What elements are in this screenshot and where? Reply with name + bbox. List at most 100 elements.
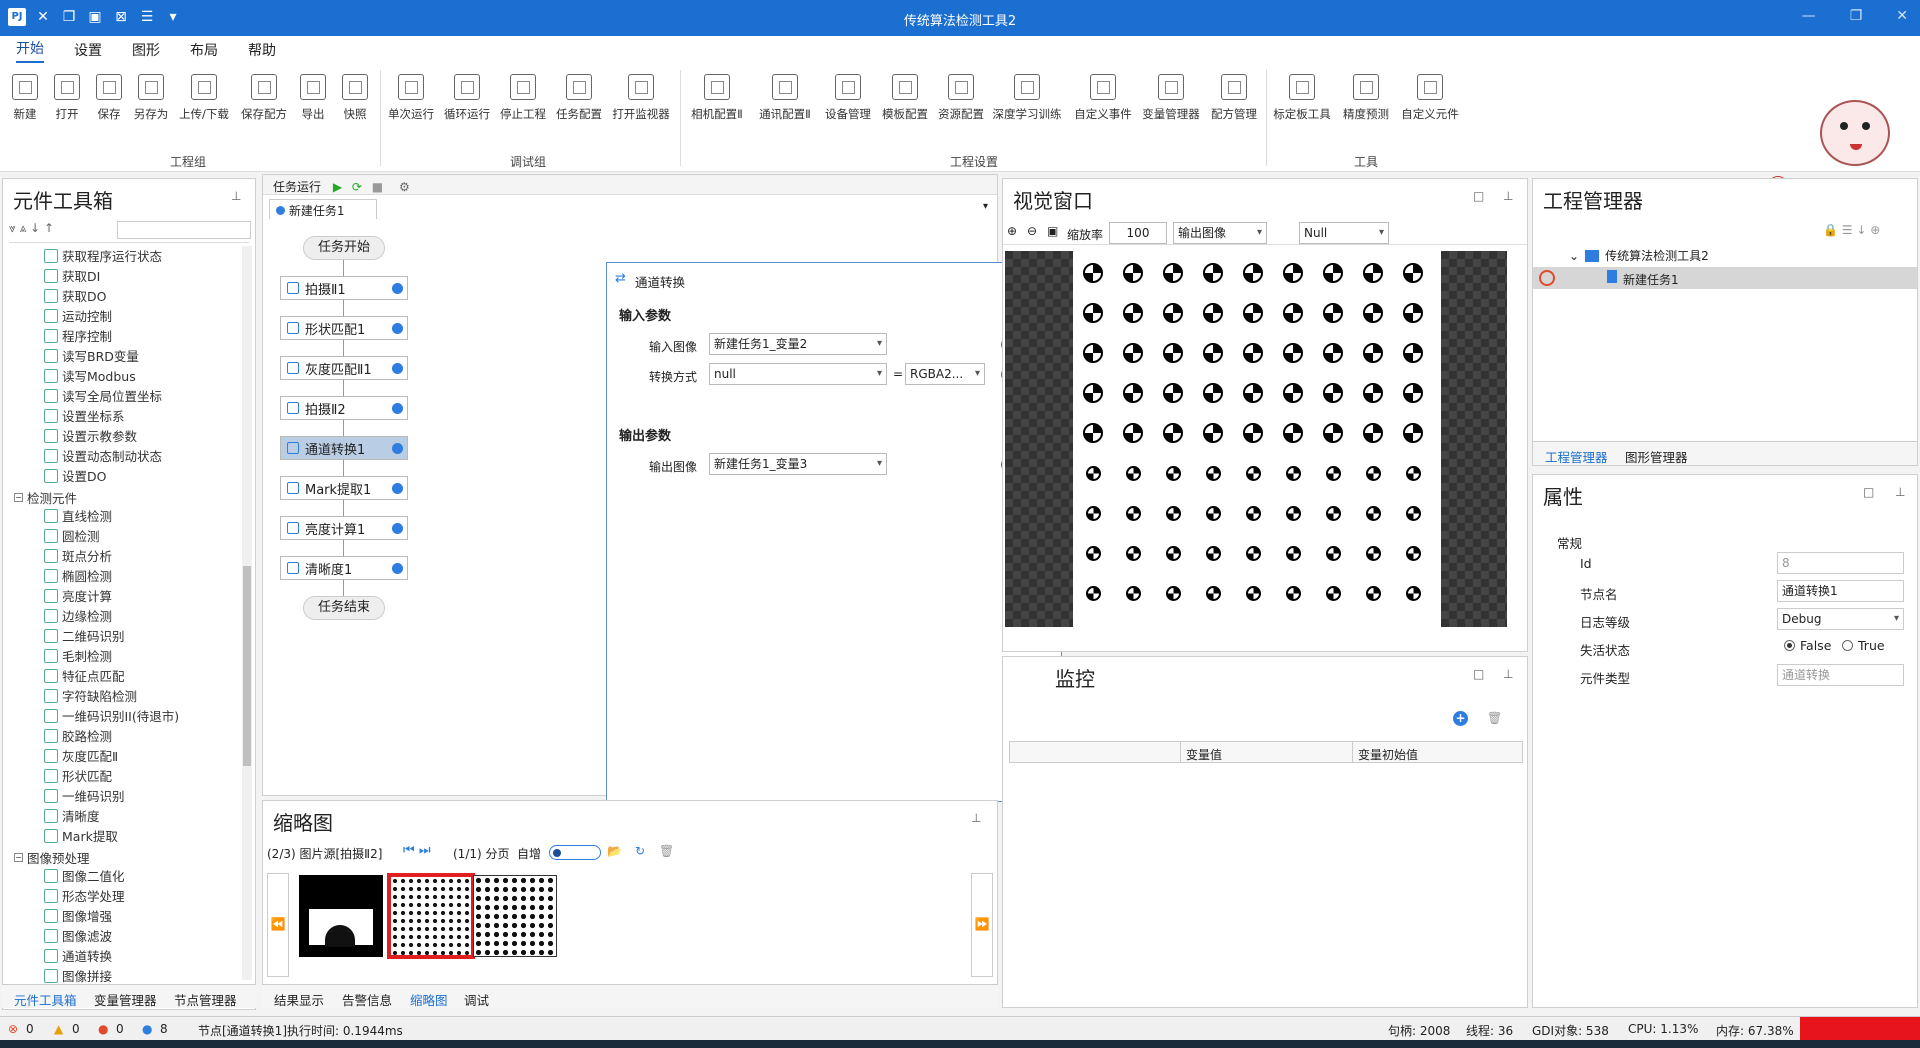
toolbox-item[interactable]: 亮度计算 (44, 586, 112, 605)
expand-icon[interactable]: ⌄ (1569, 249, 1579, 263)
toolbox-item[interactable]: 设置示教参数 (44, 426, 137, 445)
maximize-icon[interactable]: □ (1473, 667, 1484, 681)
toolbox-item[interactable]: 图像二值化 (44, 866, 125, 885)
prop-name-input[interactable]: 通道转换1 (1777, 580, 1904, 602)
toolbox-item[interactable]: 圆检测 (44, 526, 100, 545)
stop-task-icon[interactable]: ■ (372, 180, 383, 194)
pin-icon[interactable]: ⊥ (1503, 667, 1513, 681)
restore-icon[interactable]: ❐ (1850, 8, 1863, 24)
prop-log-select[interactable]: Debug (1777, 608, 1904, 630)
template-config-button[interactable]: 模板配置 (878, 74, 932, 122)
output-image-dropdown[interactable]: 输出图像 (1173, 222, 1267, 244)
toolbox-item[interactable]: 读写全局位置坐标 (44, 386, 162, 405)
toolbox-category[interactable]: − 检测元件 (14, 488, 77, 507)
tab-node-manager[interactable]: 节点管理器 (174, 990, 237, 1009)
null-dropdown[interactable]: Null (1299, 222, 1389, 244)
variable-manager-button[interactable]: 变量管理器 (1140, 74, 1202, 122)
flow-node[interactable]: 形状匹配1 (280, 316, 408, 340)
close-icon[interactable]: ✕ (1896, 8, 1908, 24)
toolbox-item[interactable]: 形状匹配 (44, 766, 112, 785)
flow-node[interactable]: 通道转换1 (280, 436, 408, 460)
save-recipe-button[interactable]: 保存配方 (238, 74, 290, 122)
toolbox-item[interactable]: 设置坐标系 (44, 406, 125, 425)
tab-alarms[interactable]: 告警信息 (342, 990, 392, 1009)
toolbox-item[interactable]: 图像拼接 (44, 966, 112, 985)
toolbox-item[interactable]: 一维码识别 (44, 786, 125, 805)
tab-thumbnail[interactable]: 缩略图 (410, 990, 448, 1009)
pin-icon[interactable]: ⊥ (1503, 189, 1513, 203)
toolbox-item[interactable]: 图像滤波 (44, 926, 112, 945)
precision-predict-button[interactable]: 精度预测 (1336, 74, 1396, 122)
flow-node[interactable]: 亮度计算1 (280, 516, 408, 540)
tab-results[interactable]: 结果显示 (274, 990, 324, 1009)
collapse-all-icon[interactable]: ⩔ ⩓ ↓ ↑ (9, 221, 54, 235)
toolbox-item[interactable]: 一维码识别II(待退市) (44, 706, 179, 725)
toolbox-search-input[interactable] (117, 221, 251, 239)
toolbox-item[interactable]: 直线检测 (44, 506, 112, 525)
new-button[interactable]: 新建 (2, 74, 48, 122)
save-as-button[interactable]: 另存为 (128, 74, 174, 122)
convert-mode-select[interactable]: null (709, 363, 887, 385)
project-root-node[interactable]: ⌄ 传统算法检测工具2 (1569, 247, 1709, 264)
toolbox-item[interactable]: 字符缺陷检测 (44, 686, 137, 705)
toolbox-item[interactable]: 椭圆检测 (44, 566, 112, 585)
maximize-icon[interactable]: □ (1863, 485, 1874, 499)
toolbox-item[interactable]: 胶路检测 (44, 726, 112, 745)
toolbox-item[interactable]: 灰度匹配Ⅱ (44, 746, 118, 765)
save-button[interactable]: 保存 (86, 74, 132, 122)
add-variable-icon[interactable]: + (1453, 711, 1468, 726)
thumbnail-2-selected[interactable] (387, 873, 475, 959)
task-start[interactable]: 任务开始 (303, 236, 385, 260)
tab-project-manager[interactable]: 工程管理器 (1545, 447, 1608, 466)
toolbox-item[interactable]: 边缘检测 (44, 606, 112, 625)
toolbox-category[interactable]: − 图像预处理 (14, 848, 90, 867)
auto-increment-toggle[interactable] (549, 845, 601, 860)
zoom-input[interactable]: 100 (1109, 222, 1167, 244)
radio-true[interactable] (1842, 640, 1853, 651)
toolbox-item[interactable]: 清晰度 (44, 806, 100, 825)
custom-event-button[interactable]: 自定义事件 (1072, 74, 1134, 122)
resource-config-button[interactable]: 资源配置 (934, 74, 988, 122)
toolbox-item[interactable]: 获取程序运行状态 (44, 246, 162, 265)
radio-false[interactable] (1784, 640, 1795, 651)
toolbox-item[interactable]: 获取DI (44, 266, 100, 285)
tab-debug[interactable]: 调试 (464, 990, 489, 1009)
fit-icon[interactable]: ▣ (1047, 224, 1058, 238)
minimize-icon[interactable]: — (1802, 8, 1816, 24)
first-page-icon[interactable]: ⏮ ⏭ (403, 843, 431, 858)
image-canvas[interactable] (1005, 251, 1525, 629)
menu-layout[interactable]: 布局 (190, 40, 218, 60)
toolbox-item[interactable]: 斑点分析 (44, 546, 112, 565)
menu-start[interactable]: 开始 (16, 38, 44, 63)
open-button[interactable]: 打开 (44, 74, 90, 122)
next-thumb-button[interactable]: ⏩ (971, 873, 993, 977)
zoom-in-icon[interactable]: ⊕ (1007, 224, 1017, 238)
maximize-icon[interactable]: □ (1473, 189, 1484, 203)
task-config-button[interactable]: 任务配置 (554, 74, 604, 122)
loop-run-button[interactable]: 循环运行 (442, 74, 492, 122)
toolbox-scrollbar[interactable] (242, 246, 252, 980)
run-task-icon[interactable]: ▶ (333, 180, 342, 194)
tab-toolbox[interactable]: 元件工具箱 (14, 990, 77, 1009)
task-settings-icon[interactable]: ⚙ (399, 180, 410, 194)
custom-element-button[interactable]: 自定义元件 (1398, 74, 1462, 122)
prev-thumb-button[interactable]: ⏪ (267, 873, 289, 977)
tab-graphic-manager[interactable]: 图形管理器 (1625, 447, 1688, 466)
toolbox-item[interactable]: 通道转换 (44, 946, 112, 965)
toolbox-item[interactable]: 读写BRD变量 (44, 346, 139, 365)
toolbox-item[interactable]: 设置DO (44, 466, 106, 485)
task-node-selected[interactable]: 新建任务1 (1533, 267, 1917, 289)
pin-icon[interactable]: ⊥ (231, 189, 241, 203)
toolbox-item[interactable]: 形态学处理 (44, 886, 125, 905)
scrollbar-thumb[interactable] (243, 566, 251, 766)
export-button[interactable]: 导出 (290, 74, 336, 122)
thumbnail-3[interactable] (473, 875, 557, 957)
open-folder-icon[interactable]: 📂 (607, 844, 622, 858)
collapse-icon[interactable]: − (14, 853, 23, 862)
open-monitor-button[interactable]: 打开监视器 (610, 74, 672, 122)
task-end[interactable]: 任务结束 (303, 596, 385, 620)
dl-train-button[interactable]: 深度学习训练 (990, 74, 1064, 122)
project-toolbar-icons[interactable]: 🔒 ☰ ↓ ⊕ (1823, 223, 1880, 237)
menu-help[interactable]: 帮助 (248, 40, 276, 60)
run-once-button[interactable]: 单次运行 (386, 74, 436, 122)
